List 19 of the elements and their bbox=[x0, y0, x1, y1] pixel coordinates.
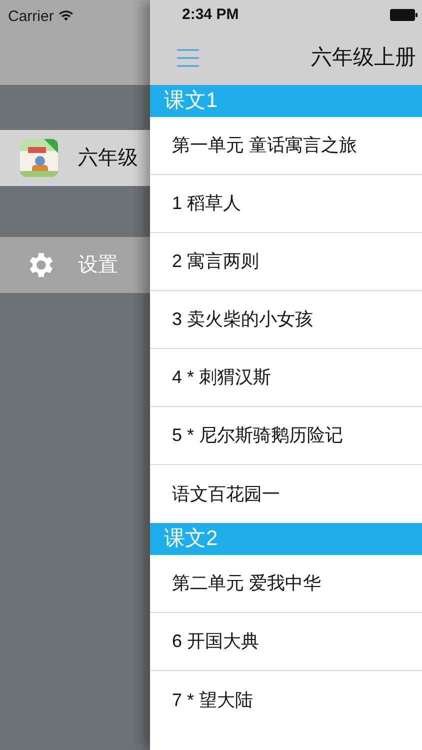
nav-title: 六年级上册 bbox=[311, 44, 416, 71]
list-row[interactable]: 第一单元 童话寓言之旅 bbox=[150, 117, 422, 175]
list-row[interactable]: 1 稻草人 bbox=[150, 175, 422, 233]
list-row[interactable]: 3 卖火柴的小女孩 bbox=[150, 291, 422, 349]
carrier-label: Carrier bbox=[8, 7, 54, 27]
list-row[interactable]: 5 * 尼尔斯骑鹅历险记 bbox=[150, 407, 422, 465]
section-header: 课文1 bbox=[150, 85, 422, 117]
menu-icon[interactable] bbox=[176, 48, 200, 68]
list-row[interactable]: 6 开国大典 bbox=[150, 613, 422, 671]
wifi-icon bbox=[58, 9, 74, 22]
menu-item[interactable]: 六年级 bbox=[0, 130, 150, 186]
status-time: 2:34 PM bbox=[182, 4, 239, 25]
list-row[interactable]: 2 寓言两则 bbox=[150, 233, 422, 291]
battery-icon bbox=[390, 9, 418, 21]
list-row[interactable]: 4 * 刺猬汉斯 bbox=[150, 349, 422, 407]
list-row[interactable]: 语文百花园一 bbox=[150, 465, 422, 523]
list-row[interactable]: 第二单元 爱我中华 bbox=[150, 555, 422, 613]
section-header: 课文2 bbox=[150, 523, 422, 555]
list-row[interactable]: 7 * 望大陆 bbox=[150, 671, 422, 729]
